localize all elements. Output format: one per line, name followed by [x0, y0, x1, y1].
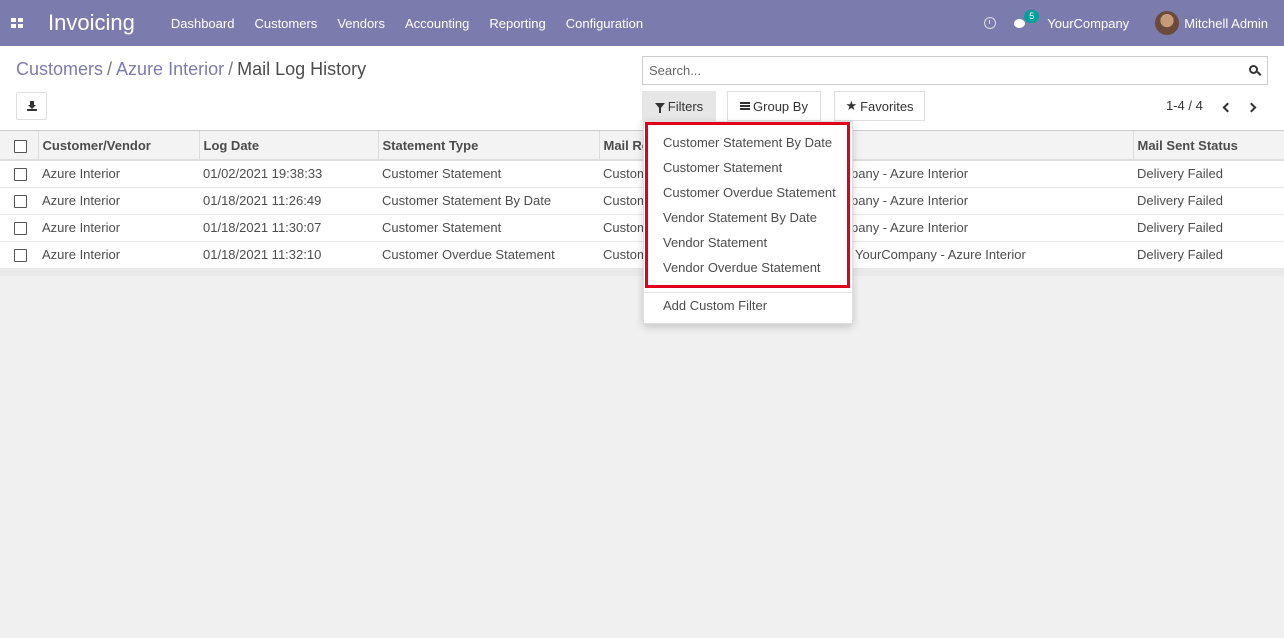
cell-mail-recipient-right: pany - Azure Interior: [851, 193, 969, 208]
cell-mail-recipient-left: Custom: [603, 193, 648, 208]
breadcrumb-separator: /: [107, 59, 113, 79]
chat-icon: [1014, 18, 1026, 28]
highlight-box: [645, 122, 850, 288]
row-checkbox[interactable]: [14, 195, 27, 209]
cell-statement-type: Customer Statement: [378, 214, 599, 242]
cell-mail-recipient-left: Custom: [603, 220, 648, 235]
pager-next-button[interactable]: [1245, 99, 1261, 115]
cell-customer: Azure Interior: [38, 187, 199, 215]
row-select-cell: [0, 187, 38, 215]
cell-log-date: 01/18/2021 11:26:49: [199, 187, 378, 215]
column-header-log-date[interactable]: Log Date: [199, 131, 379, 161]
menu-customers[interactable]: Customers: [254, 16, 317, 31]
menu-accounting[interactable]: Accounting: [405, 16, 469, 31]
cell-statement-type: Customer Statement: [378, 160, 599, 188]
cell-statement-type: Customer Overdue Statement: [378, 241, 599, 269]
menu-configuration[interactable]: Configuration: [566, 16, 643, 31]
breadcrumb: Customers / Azure Interior / Mail Log Histor…: [16, 59, 366, 80]
select-all-checkbox[interactable]: [14, 139, 27, 153]
cell-mail-status: Delivery Failed: [1133, 214, 1284, 242]
cell-log-date: 01/02/2021 19:38:33: [199, 160, 378, 188]
navbar-right: 5 YourCompany Mitchell Admin: [984, 0, 1268, 46]
cell-log-date: 01/18/2021 11:32:10: [199, 241, 378, 269]
filter-funnel-icon: [654, 103, 665, 113]
activity-clock-icon[interactable]: [984, 17, 997, 29]
cell-mail-recipient-right: pany - Azure Interior: [851, 220, 969, 235]
list-view: Customer/Vendor Log Date Statement Type …: [0, 131, 1284, 276]
group-by-label: Group By: [753, 98, 808, 114]
menu-dashboard[interactable]: Dashboard: [171, 16, 235, 31]
cell-mail-recipient-right: YourCompany - Azure Interior: [855, 247, 1026, 262]
company-switcher[interactable]: YourCompany: [1047, 16, 1129, 31]
top-navbar: Invoicing Dashboard Customers Vendors Ac…: [0, 0, 1284, 46]
table-header-row: Customer/Vendor Log Date Statement Type …: [0, 131, 1284, 161]
cell-mail-status: Delivery Failed: [1133, 241, 1284, 269]
favorites-label: Favorites: [860, 98, 914, 114]
table-footer: [0, 268, 1284, 276]
column-header-mail-sent-status[interactable]: Mail Sent Status: [1133, 131, 1284, 161]
main-menu: Dashboard Customers Vendors Accounting R…: [171, 16, 663, 31]
favorites-button[interactable]: ★ Favorites: [834, 91, 925, 121]
menu-vendors[interactable]: Vendors: [337, 16, 385, 31]
row-checkbox[interactable]: [14, 168, 27, 182]
cell-customer: Azure Interior: [38, 214, 199, 242]
cell-mail-recipient-right: pany - Azure Interior: [851, 166, 969, 182]
column-header-customer[interactable]: Customer/Vendor: [38, 131, 200, 161]
bars-icon: [740, 102, 751, 110]
control-panel: Customers / Azure Interior / Mail Log Histor…: [0, 46, 1284, 131]
filters-button[interactable]: Filters: [642, 91, 716, 121]
chat-count-badge: 5: [1024, 9, 1040, 23]
dropdown-divider: [644, 292, 852, 293]
row-checkbox[interactable]: [14, 249, 27, 263]
group-by-button[interactable]: Group By: [727, 91, 821, 121]
search-box: [642, 56, 1268, 85]
download-icon: [26, 101, 37, 111]
user-menu[interactable]: Mitchell Admin: [1184, 16, 1268, 31]
breadcrumb-customers[interactable]: Customers: [16, 59, 103, 79]
pager-previous-button[interactable]: [1218, 99, 1234, 115]
breadcrumb-azure-interior[interactable]: Azure Interior: [116, 59, 224, 79]
menu-reporting[interactable]: Reporting: [489, 16, 545, 31]
mail-log-table: Customer/Vendor Log Date Statement Type …: [0, 131, 1284, 269]
column-header-statement-type[interactable]: Statement Type: [378, 131, 600, 161]
cell-statement-type: Customer Statement By Date: [378, 187, 599, 215]
table-row[interactable]: Azure Interior 01/18/2021 11:30:07 Custo…: [0, 214, 1284, 242]
cell-customer: Azure Interior: [38, 241, 199, 269]
table-row[interactable]: Azure Interior 01/02/2021 19:38:33 Custo…: [0, 160, 1284, 188]
apps-menu-icon[interactable]: [11, 18, 23, 28]
chevron-left-icon: [1222, 102, 1233, 112]
filters-label: Filters: [667, 98, 704, 114]
table-row[interactable]: Azure Interior 01/18/2021 11:32:10 Custo…: [0, 241, 1284, 269]
page-title: Mail Log History: [237, 59, 367, 79]
star-icon: ★: [845, 98, 858, 113]
table-row[interactable]: Azure Interior 01/18/2021 11:26:49 Custo…: [0, 187, 1284, 215]
app-title[interactable]: Invoicing: [48, 10, 135, 36]
breadcrumb-separator: /: [228, 59, 234, 79]
cell-mail-status: Delivery Failed: [1133, 160, 1284, 188]
row-select-cell: [0, 241, 38, 269]
row-select-cell: [0, 160, 38, 188]
row-checkbox[interactable]: [14, 222, 27, 236]
messaging-button[interactable]: 5: [1014, 9, 1040, 28]
avatar[interactable]: [1155, 11, 1180, 35]
export-download-button[interactable]: [16, 92, 47, 120]
add-custom-filter[interactable]: Add Custom Filter: [663, 298, 767, 313]
cell-log-date: 01/18/2021 11:30:07: [199, 214, 378, 242]
cell-mail-recipient-left: Custom: [603, 166, 648, 182]
cell-customer: Azure Interior: [38, 160, 199, 188]
chevron-right-icon: [1246, 102, 1257, 112]
row-select-cell: [0, 214, 38, 242]
pager-value[interactable]: 1-4 / 4: [1166, 98, 1203, 113]
search-input[interactable]: [643, 57, 1223, 84]
search-icon[interactable]: [1249, 65, 1258, 74]
cell-mail-status: Delivery Failed: [1133, 187, 1284, 215]
cell-mail-recipient-left: Custom: [603, 247, 648, 262]
select-all-cell: [0, 131, 39, 161]
